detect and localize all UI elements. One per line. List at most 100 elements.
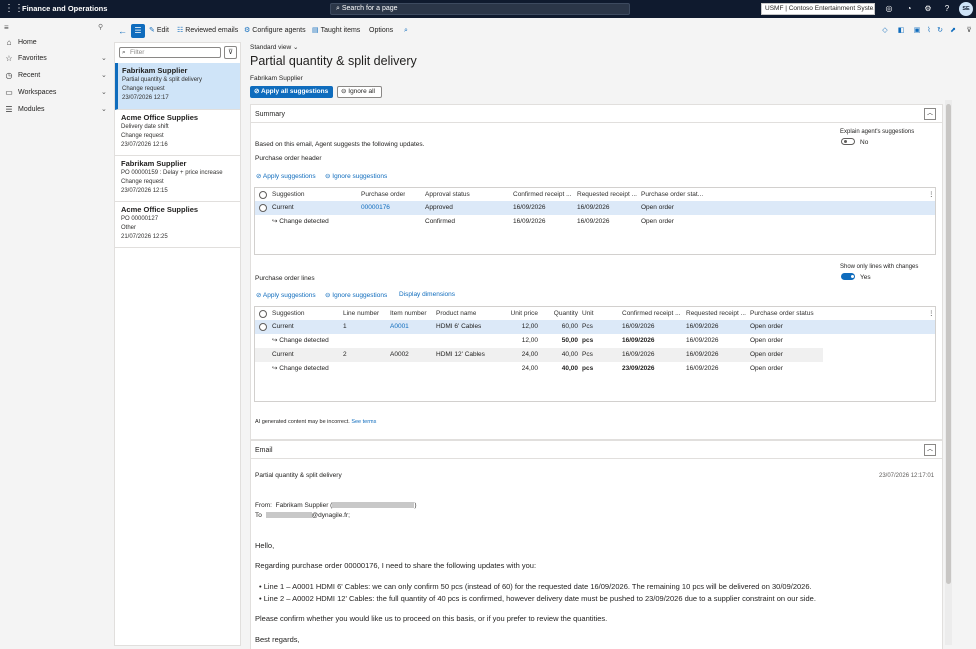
edit-button[interactable]: ✎ Edit bbox=[149, 22, 169, 40]
select-all-radio[interactable] bbox=[259, 310, 267, 318]
summary-section: Summary ︿ Based on this email, Agent sug… bbox=[250, 104, 943, 440]
chevron-up-icon[interactable]: ︿ bbox=[924, 108, 936, 120]
notifications-icon[interactable]: ◔ bbox=[903, 3, 915, 15]
list-item[interactable]: Fabrikam Supplier PO 00000159 : Delay + … bbox=[115, 156, 240, 202]
app-name[interactable]: Finance and Operations bbox=[22, 4, 107, 14]
apply-suggestions-link[interactable]: ⊘ Apply suggestions bbox=[256, 172, 316, 180]
help-icon[interactable]: ? bbox=[941, 3, 953, 15]
page-subtitle: Fabrikam Supplier bbox=[250, 75, 303, 82]
ignore-suggestions-link[interactable]: ⊖ Ignore suggestions bbox=[325, 291, 387, 299]
options-menu[interactable]: Options bbox=[369, 22, 393, 40]
cell: HDMI 6' Cables bbox=[436, 323, 482, 330]
table-row[interactable]: ↪ Change detected 12,00 50,00 pcs 16/09/… bbox=[255, 334, 935, 348]
hamburger-icon[interactable]: ≡ bbox=[4, 23, 9, 32]
settings-icon[interactable]: ⚙ bbox=[922, 3, 934, 15]
cell: Confirmed bbox=[425, 218, 455, 225]
cell: A0002 bbox=[390, 351, 409, 358]
col-header[interactable]: Confirmed receipt ... bbox=[622, 307, 682, 321]
list-item[interactable]: Fabrikam Supplier Partial quantity & spl… bbox=[115, 63, 240, 110]
table-row[interactable]: ↪ Change detected Confirmed 16/09/2026 1… bbox=[255, 215, 935, 229]
po-link[interactable]: 00000176 bbox=[361, 201, 390, 215]
nav-item-modules[interactable]: ☰ Modules ⌄ bbox=[0, 103, 112, 117]
cell: 16/09/2026 bbox=[686, 351, 719, 358]
more-icon[interactable]: ⋮ bbox=[928, 307, 935, 321]
col-header[interactable]: Suggestion bbox=[272, 307, 305, 321]
col-header[interactable]: Unit bbox=[582, 307, 594, 321]
see-terms-link[interactable]: See terms bbox=[351, 419, 376, 425]
search-icon[interactable]: ⌕ bbox=[404, 22, 408, 40]
cell: 16/09/2026 bbox=[686, 337, 719, 344]
apply-all-suggestions-button[interactable]: ⊘ Apply all suggestions bbox=[250, 86, 333, 98]
row-radio[interactable] bbox=[259, 323, 267, 331]
col-header[interactable]: Suggestion bbox=[272, 188, 305, 202]
col-header[interactable]: Purchase order bbox=[361, 188, 405, 202]
filter-icon[interactable]: ⊽ bbox=[964, 26, 974, 36]
refresh-icon[interactable]: ↻ bbox=[935, 26, 945, 36]
ignore-suggestions-link[interactable]: ⊖ Ignore suggestions bbox=[325, 172, 387, 180]
avatar[interactable]: SE bbox=[959, 2, 973, 16]
reviewed-emails-button[interactable]: ☷ Reviewed emails bbox=[177, 22, 238, 40]
col-header[interactable]: Item number bbox=[390, 307, 427, 321]
card-subject: Partial quantity & split delivery bbox=[122, 77, 203, 83]
configure-agents-button[interactable]: ⚙ Configure agents bbox=[244, 22, 306, 40]
col-header[interactable]: Purchase order status bbox=[750, 307, 814, 321]
home-icon: ⌂ bbox=[6, 38, 12, 47]
col-header[interactable]: Requested receipt ... bbox=[577, 188, 637, 202]
gear-icon: ⚙ bbox=[244, 27, 251, 34]
nav-item-favorites[interactable]: ☆ Favorites ⌄ bbox=[0, 52, 112, 66]
col-header[interactable]: Quantity bbox=[540, 307, 578, 321]
list-item[interactable]: Acme Office Supplies Delivery date shift… bbox=[115, 110, 240, 156]
view-selector[interactable]: Standard view ⌄ bbox=[250, 43, 298, 52]
card-subject: PO 00000127 bbox=[121, 216, 159, 222]
col-header[interactable]: Unit price bbox=[495, 307, 538, 321]
cell: Approved bbox=[425, 204, 453, 211]
col-header[interactable]: Requested receipt ... bbox=[686, 307, 746, 321]
search-box[interactable]: ⌕ Search for a page bbox=[330, 3, 630, 15]
filter-input[interactable]: ⌕ Filter bbox=[119, 47, 221, 58]
funnel-icon[interactable]: ⊽ bbox=[224, 46, 237, 59]
summary-header[interactable]: Summary ︿ bbox=[251, 105, 942, 123]
explain-toggle[interactable] bbox=[841, 138, 855, 145]
ignore-all-button[interactable]: ⊖ Ignore all bbox=[337, 86, 382, 98]
table-row[interactable]: Current 2 A0002 HDMI 12' Cables 24,00 40… bbox=[255, 348, 823, 362]
pin-icon[interactable]: ⚲ bbox=[98, 23, 103, 31]
apply-suggestions-link[interactable]: ⊘ Apply suggestions bbox=[256, 291, 316, 299]
col-header[interactable]: Approval status bbox=[425, 188, 470, 202]
email-bullet: • Line 2 – A0002 HDMI 12' Cables: the fu… bbox=[259, 594, 816, 603]
table-row[interactable]: Current 00000176 Approved 16/09/2026 16/… bbox=[255, 201, 935, 215]
app-launcher-icon[interactable]: ⋮⋮ bbox=[4, 3, 24, 15]
search-placeholder: Search for a page bbox=[341, 5, 398, 12]
more-icon[interactable]: ⋮ bbox=[928, 188, 935, 202]
scrollbar-thumb[interactable] bbox=[946, 104, 951, 584]
office-icon[interactable]: ◧ bbox=[896, 26, 906, 36]
copilot-icon[interactable]: ◎ bbox=[883, 3, 895, 15]
list-item[interactable]: Acme Office Supplies PO 00000127 Other 2… bbox=[115, 202, 240, 248]
attach-icon[interactable]: ⌇ bbox=[924, 26, 934, 36]
table-row[interactable]: ↪ Change detected 24,00 40,00 pcs 23/09/… bbox=[255, 362, 935, 376]
display-dimensions-link[interactable]: Display dimensions bbox=[399, 291, 455, 298]
col-header[interactable]: Purchase order stat... bbox=[641, 188, 703, 202]
main-content: Standard view ⌄ Partial quantity & split… bbox=[244, 42, 952, 649]
nav-item-workspaces[interactable]: ▭ Workspaces ⌄ bbox=[0, 86, 112, 100]
email-bullet: • Line 1 – A0001 HDMI 6' Cables: we can … bbox=[259, 582, 812, 591]
chevron-up-icon[interactable]: ︿ bbox=[924, 444, 936, 456]
email-header[interactable]: Email ︿ bbox=[251, 441, 942, 459]
taught-items-button[interactable]: ▤ Taught items bbox=[312, 22, 360, 40]
nav-item-recent[interactable]: ◷ Recent ⌄ bbox=[0, 69, 112, 83]
table-row[interactable]: Current 1 A0001 HDMI 6' Cables 12,00 60,… bbox=[255, 320, 935, 334]
col-header[interactable]: Product name bbox=[436, 307, 476, 321]
company-picker[interactable]: USMF | Contoso Entertainment Syste... bbox=[761, 3, 875, 15]
col-header[interactable]: Confirmed receipt ... bbox=[513, 188, 573, 202]
item-link[interactable]: A0001 bbox=[390, 320, 409, 334]
diamond-icon[interactable]: ◇ bbox=[880, 26, 890, 36]
row-radio[interactable] bbox=[259, 204, 267, 212]
select-all-radio[interactable] bbox=[259, 191, 267, 199]
nav-item-home[interactable]: ⌂ Home bbox=[0, 36, 112, 50]
col-header[interactable]: Line number bbox=[343, 307, 379, 321]
comment-icon[interactable]: ▣ bbox=[912, 26, 922, 36]
list-view-button[interactable]: ☰ bbox=[131, 24, 145, 38]
popout-icon[interactable]: ⬈ bbox=[948, 26, 958, 36]
chevron-down-icon: ⌄ bbox=[101, 89, 107, 96]
show-only-toggle[interactable] bbox=[841, 273, 855, 280]
back-arrow-icon[interactable]: ← bbox=[118, 22, 127, 40]
